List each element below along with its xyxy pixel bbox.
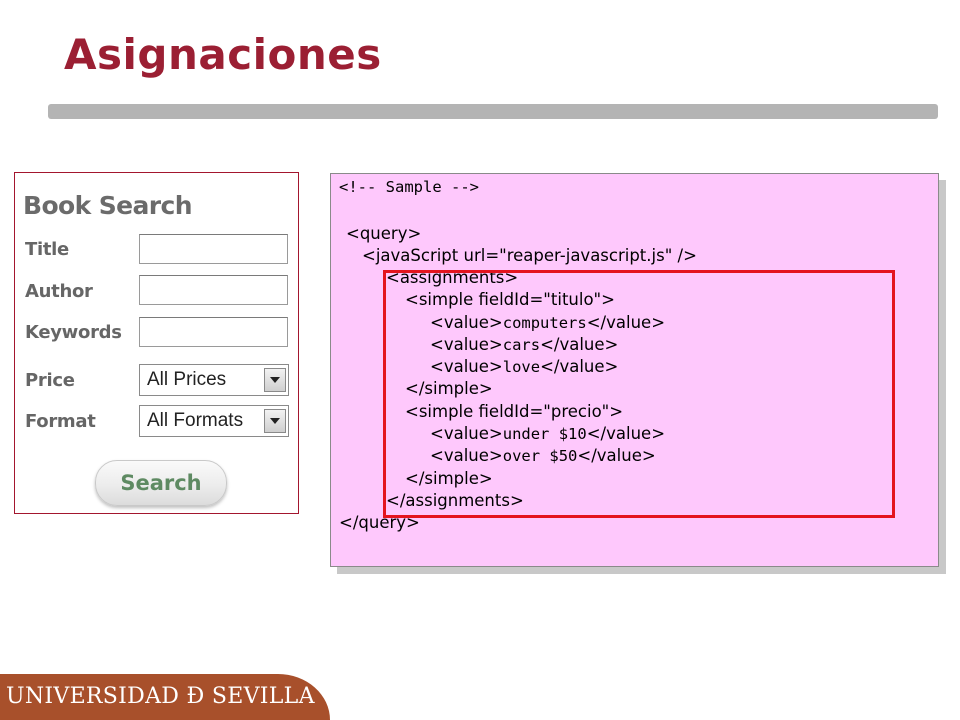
book-search-form: Book Search Title Author Keywords Price … (14, 172, 299, 514)
code-comment: <!-- Sample --> (339, 178, 479, 196)
price-select-value: All Prices (147, 369, 227, 390)
dropdown-arrow-icon[interactable] (264, 409, 286, 433)
university-logo-text: UNIVERSIDAD Ð SEVILLA (6, 684, 315, 709)
format-label: Format (25, 411, 96, 432)
slide-title: Asignaciones (64, 30, 382, 79)
author-input[interactable] (139, 275, 288, 305)
code-line-query-open: <query> (346, 224, 422, 243)
keywords-label: Keywords (25, 322, 122, 343)
author-label: Author (25, 281, 93, 302)
title-label: Title (25, 239, 69, 260)
code-line-javascript: <javaScript url="reaper-javascript.js" /… (362, 246, 697, 265)
price-select[interactable]: All Prices (139, 364, 289, 396)
title-divider (48, 104, 938, 119)
title-input[interactable] (139, 234, 288, 264)
dropdown-arrow-icon[interactable] (264, 368, 286, 392)
price-label: Price (25, 370, 75, 391)
form-heading: Book Search (23, 191, 193, 220)
assignments-highlight-box (383, 270, 895, 518)
keywords-input[interactable] (139, 317, 288, 347)
search-button[interactable]: Search (95, 460, 227, 506)
format-select-value: All Formats (147, 410, 244, 431)
format-select[interactable]: All Formats (139, 405, 289, 437)
